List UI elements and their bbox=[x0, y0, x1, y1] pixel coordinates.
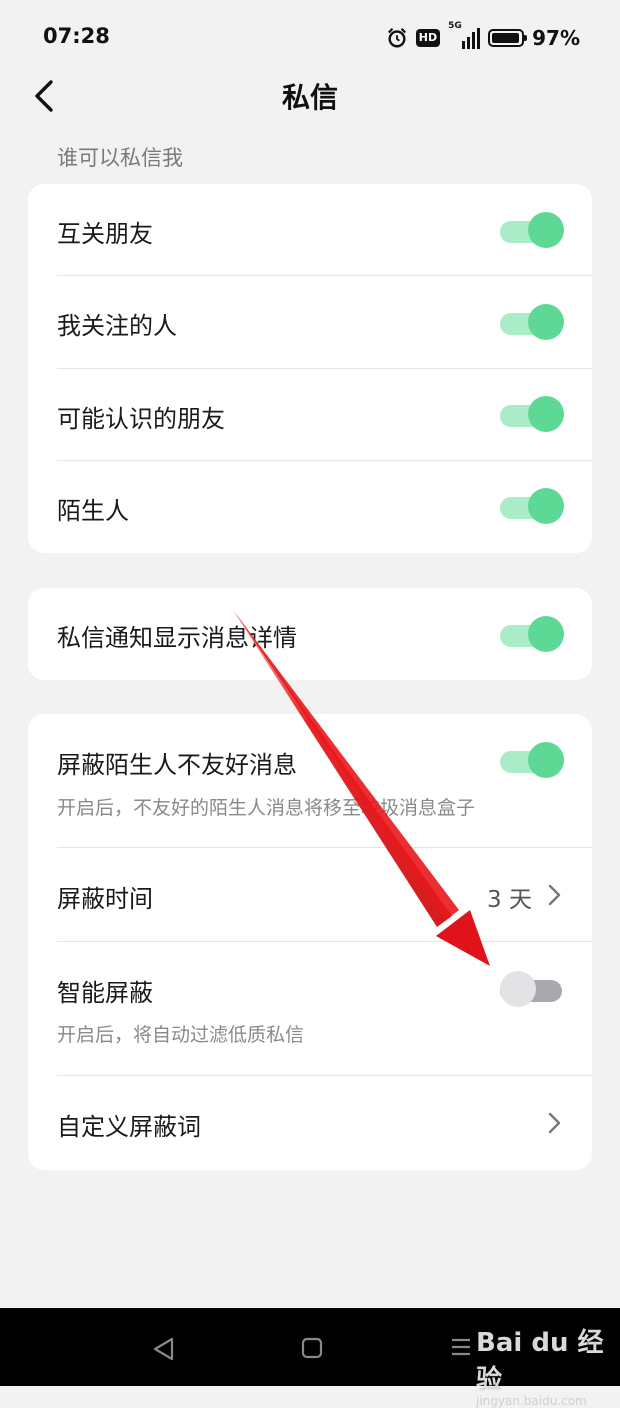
nav-back-icon[interactable] bbox=[150, 1335, 178, 1363]
setting-label: 屏蔽陌生人不友好消息 bbox=[57, 751, 297, 779]
signal-icon: 5G bbox=[448, 21, 481, 49]
setting-row-maybe-known: 可能认识的朋友 bbox=[28, 369, 592, 461]
chevron-right-icon bbox=[548, 884, 561, 906]
status-icons: HD 5G 97% bbox=[386, 21, 580, 52]
setting-row-block-time[interactable]: 屏蔽时间 3 天 bbox=[28, 848, 592, 942]
setting-row-strangers: 陌生人 bbox=[28, 461, 592, 553]
setting-row-smart-block: 智能屏蔽 开启后，将自动过滤低质私信 bbox=[28, 942, 592, 1076]
blocking-card: 屏蔽陌生人不友好消息 开启后，不友好的陌生人消息将移至垃圾消息盒子 屏蔽时间 3… bbox=[28, 714, 592, 1170]
watermark-url: jingyan.baidu.com bbox=[476, 1394, 587, 1408]
system-nav-bar: Bai du 经验 jingyan.baidu.com bbox=[0, 1308, 620, 1408]
setting-description: 开启后，不友好的陌生人消息将移至垃圾消息盒子 bbox=[57, 797, 476, 819]
maybe-known-toggle[interactable] bbox=[500, 394, 564, 434]
network-type: 5G bbox=[448, 21, 462, 31]
setting-row-mutual-friends: 互关朋友 bbox=[28, 184, 592, 276]
setting-label: 自定义屏蔽词 bbox=[57, 1113, 201, 1141]
setting-label: 我关注的人 bbox=[57, 312, 177, 340]
setting-label: 可能认识的朋友 bbox=[57, 405, 225, 433]
mutual-friends-toggle[interactable] bbox=[500, 210, 564, 250]
setting-description: 开启后，将自动过滤低质私信 bbox=[57, 1024, 305, 1046]
status-time: 07:28 bbox=[43, 24, 110, 48]
setting-row-following: 我关注的人 bbox=[28, 276, 592, 369]
setting-row-notification-details: 私信通知显示消息详情 bbox=[28, 588, 592, 680]
setting-row-custom-words[interactable]: 自定义屏蔽词 bbox=[28, 1076, 592, 1170]
setting-label: 智能屏蔽 bbox=[57, 979, 153, 1007]
watermark-logo: Bai du 经验 bbox=[476, 1328, 604, 1395]
setting-row-block-strangers: 屏蔽陌生人不友好消息 开启后，不友好的陌生人消息将移至垃圾消息盒子 bbox=[28, 714, 592, 848]
setting-label: 互关朋友 bbox=[57, 220, 153, 248]
page-title: 私信 bbox=[281, 81, 338, 114]
section-label: 谁可以私信我 bbox=[57, 146, 183, 170]
alarm-icon bbox=[387, 28, 406, 48]
nav-menu-icon[interactable] bbox=[450, 1336, 472, 1358]
strangers-toggle[interactable] bbox=[500, 486, 564, 526]
baidu-watermark: Bai du 经验 jingyan.baidu.com bbox=[476, 1322, 620, 1408]
block-strangers-toggle[interactable] bbox=[500, 740, 564, 780]
chevron-right-icon bbox=[548, 1112, 561, 1134]
nav-home-icon[interactable] bbox=[300, 1336, 324, 1360]
smart-block-toggle[interactable] bbox=[500, 969, 564, 1009]
battery-icon bbox=[488, 29, 528, 47]
setting-label: 私信通知显示消息详情 bbox=[57, 624, 297, 652]
notification-details-toggle[interactable] bbox=[500, 614, 564, 654]
notification-card: 私信通知显示消息详情 bbox=[28, 588, 592, 680]
hd-badge: HD bbox=[415, 29, 441, 47]
setting-label: 屏蔽时间 bbox=[57, 885, 153, 913]
who-can-message-card: 互关朋友 我关注的人 可能认识的朋友 陌生人 bbox=[28, 184, 592, 553]
block-time-value: 3 天 bbox=[487, 887, 532, 913]
header: 私信 bbox=[0, 62, 620, 132]
following-toggle[interactable] bbox=[500, 302, 564, 342]
setting-label: 陌生人 bbox=[57, 497, 129, 525]
battery-percent: 97% bbox=[532, 26, 580, 50]
